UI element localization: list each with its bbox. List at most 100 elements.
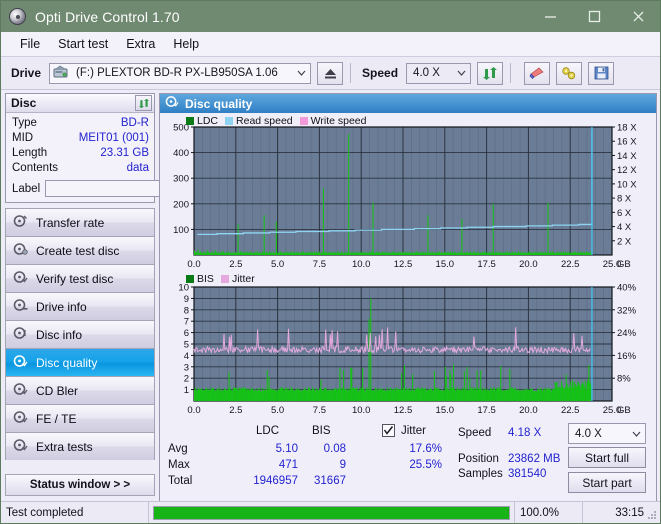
svg-text:5: 5 <box>184 340 189 351</box>
start-part-button[interactable]: Start part <box>568 472 646 493</box>
legend-item-bis: BIS <box>186 273 214 285</box>
svg-text:32%: 32% <box>617 305 637 316</box>
resize-grip-icon[interactable] <box>647 510 657 520</box>
save-button[interactable] <box>588 61 615 85</box>
disc-quality-icon <box>165 95 179 113</box>
erase-button[interactable] <box>524 61 551 85</box>
eject-button[interactable] <box>317 61 344 85</box>
progress-percent: 100.0% <box>515 502 583 523</box>
status-bar: Test completed 100.0% 33:15 <box>1 501 660 523</box>
sidebar-item-disc-info[interactable]: Disc info <box>5 320 155 348</box>
status-window-button[interactable]: Status window > > <box>5 474 155 496</box>
legend-item-jitter: Jitter <box>220 273 255 285</box>
sidebar-item-drive-info[interactable]: Drive info <box>5 292 155 320</box>
stats-header-bis: BIS <box>312 425 331 437</box>
disc-burn-icon <box>13 242 30 259</box>
stats-avg-ldc: 5.10 <box>275 443 298 455</box>
legend-label-jitter: Jitter <box>231 273 255 285</box>
disc-contents-label: Contents <box>12 162 59 174</box>
panel-header: Disc quality <box>160 94 656 113</box>
tools-button[interactable] <box>556 61 583 85</box>
legend-label-write-speed: Write speed <box>310 115 367 127</box>
svg-text:2.5: 2.5 <box>229 405 242 416</box>
disc-icon <box>9 8 26 25</box>
svg-text:5.0: 5.0 <box>271 259 284 270</box>
svg-text:10.0: 10.0 <box>352 259 371 270</box>
ldc-chart: LDC Read speed Write speed 100 200 300 400 5… <box>160 113 656 273</box>
svg-text:22.5: 22.5 <box>561 405 580 416</box>
sidebar-item-label: Disc quality <box>36 355 98 370</box>
svg-text:8: 8 <box>184 305 189 316</box>
speed-value: 4.0 X <box>413 67 440 79</box>
ldc-chart-canvas: 1002003004005002 X4 X6 X8 X10 X12 X14 X1… <box>173 123 637 271</box>
disc-row-type: Type BD-R <box>12 116 149 131</box>
svg-text:2.5: 2.5 <box>229 259 242 270</box>
sidebar-item-extra-tests[interactable]: Extra tests <box>5 432 155 460</box>
start-full-button[interactable]: Start full <box>568 447 646 468</box>
sidebar-item-label: Disc info <box>36 327 83 342</box>
svg-text:0.0: 0.0 <box>187 259 200 270</box>
legend-swatch-bis <box>186 275 194 283</box>
disc-extra-icon <box>13 438 30 455</box>
chevron-down-icon[interactable] <box>628 424 645 443</box>
sidebar-item-disc-quality[interactable]: Disc quality <box>5 348 155 376</box>
menu-start-test[interactable]: Start test <box>49 35 117 53</box>
minimize-icon[interactable] <box>528 1 572 32</box>
legend-label-read-speed: Read speed <box>236 115 293 127</box>
svg-text:18 X: 18 X <box>617 123 637 134</box>
disc-refresh-button[interactable] <box>135 95 152 111</box>
svg-text:10 X: 10 X <box>617 179 637 190</box>
chevron-down-icon[interactable] <box>453 64 470 83</box>
close-icon[interactable] <box>616 1 660 32</box>
svg-text:300: 300 <box>173 174 189 185</box>
svg-text:15.0: 15.0 <box>436 405 455 416</box>
maximize-icon[interactable] <box>572 1 616 32</box>
navigation-list: Transfer rate Create test disc Verify te… <box>5 208 155 496</box>
disc-contents-value: data <box>126 162 149 174</box>
svg-text:GB: GB <box>617 405 631 416</box>
statistics-area: LDC BIS Jitter Avg 5.10 0.08 17.6% Max 4… <box>160 419 656 509</box>
disc-info-icon <box>13 298 30 315</box>
svg-text:400: 400 <box>173 148 189 159</box>
svg-text:4 X: 4 X <box>617 222 632 233</box>
menu-file[interactable]: File <box>11 35 49 53</box>
svg-text:2 X: 2 X <box>617 236 632 247</box>
sidebar-item-transfer-rate[interactable]: Transfer rate <box>5 208 155 236</box>
legend-swatch-ldc <box>186 117 194 125</box>
stats-max-bis: 9 <box>339 459 346 471</box>
disc-panel-header: Disc <box>6 94 154 113</box>
svg-text:4: 4 <box>184 351 189 362</box>
disc-row-mid: MID MEIT01 (001) <box>12 131 149 146</box>
chevron-down-icon[interactable] <box>293 64 310 83</box>
drive-select[interactable]: (F:) PLEXTOR BD-R PX-LB950SA 1.06 <box>49 62 312 84</box>
disc-row-length: Length 23.31 GB <box>12 146 149 161</box>
refresh-button[interactable] <box>477 61 504 85</box>
svg-text:7.5: 7.5 <box>313 259 326 270</box>
sidebar-item-fe-te[interactable]: FE / TE <box>5 404 155 432</box>
svg-text:20.0: 20.0 <box>519 259 538 270</box>
speed-select[interactable]: 4.0 X <box>406 62 472 84</box>
drive-icon <box>53 65 70 82</box>
disc-length-label: Length <box>12 147 48 159</box>
disc-type-label: Type <box>12 117 37 129</box>
jitter-checkbox[interactable] <box>382 424 395 437</box>
stats-max-ldc: 471 <box>278 459 298 471</box>
disc-quality-panel: Disc quality LDC Read speed Write speed … <box>159 93 657 510</box>
svg-text:2: 2 <box>184 374 189 385</box>
sidebar-item-verify-test-disc[interactable]: Verify test disc <box>5 264 155 292</box>
sidebar-item-cd-bler[interactable]: CD Bler <box>5 376 155 404</box>
svg-text:14 X: 14 X <box>617 151 637 162</box>
svg-text:17.5: 17.5 <box>477 259 496 270</box>
sidebar-item-create-test-disc[interactable]: Create test disc <box>5 236 155 264</box>
svg-text:3: 3 <box>184 362 189 373</box>
result-speed-select[interactable]: 4.0 X <box>568 423 646 444</box>
menu-extra[interactable]: Extra <box>117 35 164 53</box>
svg-text:1: 1 <box>184 385 189 396</box>
disc-panel-title: Disc <box>11 96 37 110</box>
menu-help[interactable]: Help <box>164 35 208 53</box>
sidebar-item-label: FE / TE <box>36 411 77 426</box>
svg-text:200: 200 <box>173 199 189 210</box>
title-bar: Opti Drive Control 1.70 <box>1 1 660 32</box>
bis-jitter-chart: BIS Jitter 1 2 3 4 5 6 7 8 9 10 8% 16% 24% 32% 40% 0.0 2… <box>160 273 656 419</box>
results-position-value: 23862 MB <box>508 453 561 465</box>
